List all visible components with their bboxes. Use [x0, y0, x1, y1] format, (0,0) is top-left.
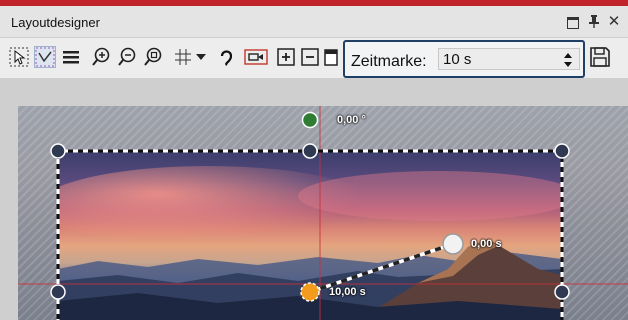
handle-top-left[interactable]: [50, 143, 66, 159]
zoom-fit-icon[interactable]: [142, 46, 164, 68]
title-bar: Layoutdesigner ✕: [0, 6, 628, 38]
zoom-out-icon[interactable]: [116, 46, 138, 68]
dropdown-arrow-icon[interactable]: [194, 46, 208, 68]
handle-top-center[interactable]: [302, 143, 318, 159]
maximize-icon[interactable]: [566, 15, 580, 29]
curve-tool-icon[interactable]: [34, 46, 56, 68]
zeitmarke-input[interactable]: 10 s: [438, 48, 580, 70]
pin-icon[interactable]: [587, 15, 601, 29]
grid-icon[interactable]: [172, 46, 194, 68]
rotation-label: 0,00 °: [337, 114, 366, 126]
path-icon[interactable]: [218, 46, 240, 68]
rotation-handle[interactable]: [301, 111, 319, 129]
select-tool-icon[interactable]: [8, 46, 30, 68]
zoom-in-icon[interactable]: [90, 46, 112, 68]
save-icon[interactable]: [589, 46, 611, 73]
zeitmarke-label: Zeitmarke:: [351, 53, 427, 70]
keyframe-end-label: 0,00 s: [471, 238, 502, 250]
copy-icon[interactable]: [323, 46, 339, 68]
add-keyframe-icon[interactable]: [275, 46, 297, 68]
zeitmarke-field: Zeitmarke: 10 s: [343, 40, 585, 78]
keyframe-active-label: 10,00 s: [329, 286, 366, 298]
keyframe-active-handle[interactable]: [300, 282, 320, 302]
remove-keyframe-icon[interactable]: [299, 46, 321, 68]
spin-arrows-icon[interactable]: [563, 52, 573, 68]
close-icon[interactable]: ✕: [607, 14, 621, 29]
handle-middle-left[interactable]: [50, 284, 66, 300]
list-icon[interactable]: [60, 46, 82, 68]
handle-top-right[interactable]: [554, 143, 570, 159]
window-title: Layoutdesigner: [11, 15, 100, 30]
keyframe-end-handle[interactable]: [442, 233, 464, 255]
camera-icon[interactable]: [244, 46, 268, 68]
handle-middle-right[interactable]: [554, 284, 570, 300]
